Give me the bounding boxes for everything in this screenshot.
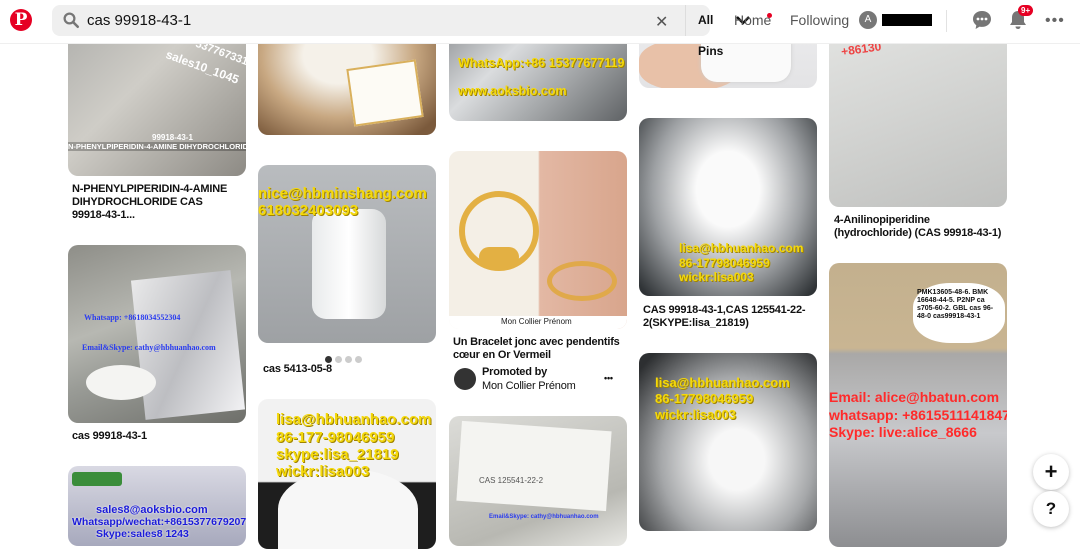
pin-image[interactable]: PMK13605-48-6. BMK 16648-44-5. P2NP ca s… (829, 263, 1007, 547)
pin-image[interactable]: Mon Collier Prénom (449, 151, 627, 329)
plus-icon[interactable]: + (1033, 454, 1069, 490)
pin-image[interactable]: Whatsapp: +8618034552304 Email&Skype: ca… (68, 245, 246, 423)
pin-label-card (346, 59, 424, 127)
aoks-logo (72, 472, 122, 486)
pin-overlay-text: sales8@aoksbio.com (96, 504, 208, 516)
pinterest-logo-icon[interactable]: P (10, 9, 32, 31)
pin-overlay-text: PMK13605-48-6. BMK 16648-44-5. P2NP ca s… (917, 289, 994, 320)
promoter-name[interactable]: Mon Collier Prénom (482, 380, 576, 393)
pin-overlay-text: Whatsapp: +8618034552304 (84, 313, 181, 322)
chat-icon[interactable] (972, 10, 992, 30)
pin-caption[interactable]: Un Bracelet jonc avec pendentifs cœur en… (453, 336, 623, 362)
pin-overlay-text: www.aoksbio.com (458, 84, 567, 98)
pin-powder-shape (278, 469, 418, 549)
pin-overlay-text: wickr:lisa003 (679, 270, 754, 284)
pin-overlay-text: Email: alice@hbatun.com (829, 389, 1000, 405)
pin-overlay-text: lisa@hbhuanhao.com (655, 375, 790, 390)
avatar[interactable]: A (859, 11, 877, 29)
help-icon[interactable]: ? (1033, 491, 1069, 527)
pin-caption[interactable]: N-PHENYLPIPERIDIN-4-AMINE DIHYDROCHLORID… (72, 183, 238, 222)
pin-image[interactable]: CAS 125541-22-2 Email&Skype: cathy@hbhua… (449, 416, 627, 546)
pin-overlay-text: Email&Skype: cathy@hbhuanhao.com (82, 343, 216, 352)
pin-overlay-text: wickr:lisa003 (655, 407, 736, 422)
pin-image[interactable]: sales8@aoksbio.com Whatsapp/wechat:+8615… (68, 466, 246, 546)
search-input[interactable] (87, 5, 587, 36)
notification-badge: 9+ (1018, 5, 1034, 16)
carousel-dot[interactable] (335, 356, 342, 363)
pin-overlay-text: lisa@hbhuanhao.com (276, 411, 432, 428)
pin-label-paper (456, 420, 612, 512)
carousel-dot[interactable] (325, 356, 332, 363)
pin-overlay-text: WhatsApp:+86 15377677119 (458, 56, 625, 70)
pin-image[interactable]: lisa@hbhuanhao.com 86-17798046959 wickr:… (639, 118, 817, 296)
carousel-dot[interactable] (355, 356, 362, 363)
home-notification-dot (767, 13, 772, 18)
pin-heart-shape (479, 247, 519, 267)
pin-overlay-text: 86-17798046959 (655, 391, 754, 406)
pin-overlay-text: nice@hbminshang.com (258, 185, 427, 202)
pin-jar-shape (312, 209, 386, 319)
top-navigation-bar: P ✕ All Pins Home Following A 9+ ••• (0, 0, 1080, 58)
pin-overlay-text: Mon Collier Prénom (501, 317, 572, 326)
search-bar[interactable]: ✕ All Pins (52, 5, 750, 58)
pin-overlay-text: 618032403093 (258, 202, 359, 219)
pin-overlay-text: Email&Skype: cathy@hbhuanhao.com (489, 514, 599, 520)
pin-overlay-text: CAS 125541-22-2 (479, 476, 544, 485)
pin-caption[interactable]: cas 5413-05-8 (263, 363, 429, 376)
more-icon[interactable]: ••• (1045, 12, 1065, 30)
nav-home-link[interactable]: Home (734, 12, 771, 28)
pin-overlay-text: Skype:sales8 1243 (96, 528, 189, 540)
pin-overlay-text: lisa@hbhuanhao.com (679, 241, 804, 255)
carousel-dot[interactable] (345, 356, 352, 363)
pin-caption[interactable]: cas 99918-43-1 (72, 430, 238, 443)
pin-overlay-text: Skype: live:alice_8666 (829, 424, 977, 440)
promoter-avatar[interactable] (454, 368, 476, 390)
search-divider (685, 5, 686, 36)
pin-overlay-text: whatsapp: +8615511141847 (829, 407, 1007, 423)
username-redacted[interactable] (882, 14, 932, 26)
pin-image[interactable]: lisa@hbhuanhao.com 86-17798046959 wickr:… (639, 353, 817, 531)
pin-overlay-text: 86-17798046959 (679, 256, 770, 270)
more-icon[interactable]: ••• (604, 372, 613, 385)
header-divider (946, 10, 947, 32)
pin-image[interactable]: nice@hbminshang.com 618032403093 (258, 165, 436, 343)
pin-powder-shape (86, 365, 156, 400)
pin-overlay-text: 86-177-98046959 (276, 429, 395, 446)
search-icon (63, 12, 80, 29)
pin-caption[interactable]: 4-Anilinopiperidine (hydrochloride) (CAS… (834, 214, 1004, 240)
pin-overlay-text: wickr:lisa003 (276, 463, 370, 480)
close-icon[interactable]: ✕ (655, 12, 668, 32)
pin-overlay-text: skype:lisa_21819 (276, 446, 399, 463)
pin-overlay-text: 99918-43-1 (152, 133, 193, 142)
pin-caption[interactable]: CAS 99918-43-1,CAS 125541-22-2(SKYPE:lis… (643, 304, 813, 330)
promoted-by-label: Promoted by (482, 366, 548, 378)
pin-bracelet-shape (547, 261, 617, 301)
pin-overlay-text: N-PHENYLPIPERIDIN-4-AMINE DIHYDROCHLORID… (68, 142, 246, 151)
pin-image[interactable]: lisa@hbhuanhao.com 86-177-98046959 skype… (258, 399, 436, 549)
pin-overlay-text: Whatsapp/wechat:+8615377679207 (72, 516, 246, 528)
nav-following-link[interactable]: Following (790, 12, 849, 28)
filter-dropdown-label[interactable]: All Pins (698, 5, 723, 58)
